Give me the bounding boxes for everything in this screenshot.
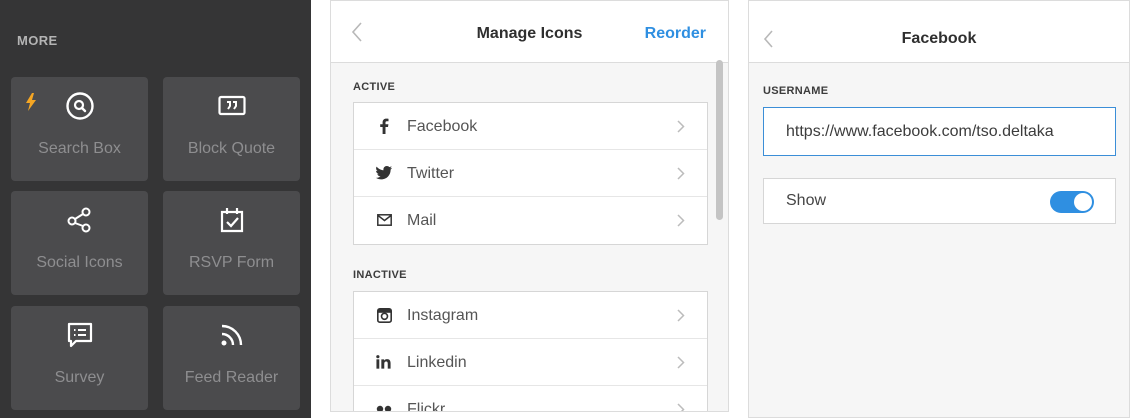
username-input[interactable] — [763, 107, 1116, 156]
list-item-linkedin[interactable]: Linkedin — [354, 339, 707, 386]
rsvp-form-tile[interactable]: RSVP Form — [163, 191, 300, 295]
inactive-section-label: INACTIVE — [353, 269, 407, 281]
list-item-flickr[interactable]: Flickr — [354, 386, 707, 412]
list-item-label: Flickr — [407, 401, 446, 412]
list-scrollbar[interactable] — [716, 60, 723, 220]
chevron-right-icon — [677, 167, 685, 185]
chevron-right-icon — [677, 214, 685, 232]
tile-label: RSVP Form — [188, 254, 275, 271]
page-title: Facebook — [901, 30, 977, 47]
tile-label: Search Box — [38, 140, 121, 157]
active-icons-list: Facebook Twitter Mail — [353, 102, 708, 245]
inactive-icons-list: Instagram Linkedin Flickr — [353, 291, 708, 412]
list-item-instagram[interactable]: Instagram — [354, 292, 707, 339]
linkedin-icon — [376, 354, 392, 370]
calendar-check-icon — [163, 205, 300, 235]
more-title: MORE — [17, 33, 58, 48]
twitter-icon — [376, 165, 392, 181]
survey-icon — [11, 320, 148, 350]
show-toggle[interactable] — [1050, 191, 1094, 213]
list-item-label: Instagram — [407, 307, 479, 324]
search-icon — [11, 91, 148, 121]
chevron-right-icon — [677, 356, 685, 374]
block-quote-tile[interactable]: Block Quote — [163, 77, 300, 181]
tile-label: Block Quote — [187, 140, 276, 157]
list-item-label: Facebook — [407, 118, 478, 135]
manage-icons-header: Manage Icons Reorder — [331, 1, 728, 63]
instagram-icon — [376, 307, 392, 323]
more-panel: MORE Search Box Block Quote Social Icons… — [0, 0, 311, 418]
facebook-settings-panel: Facebook USERNAME Show — [748, 0, 1130, 418]
facebook-icon — [376, 118, 392, 134]
search-box-tile[interactable]: Search Box — [11, 77, 148, 181]
social-icons-tile[interactable]: Social Icons — [11, 191, 148, 295]
flickr-icon — [376, 401, 392, 411]
list-item-label: Mail — [407, 212, 437, 229]
share-icon — [11, 205, 148, 235]
show-label: Show — [786, 192, 827, 209]
show-row: Show — [763, 178, 1116, 224]
facebook-settings-header: Facebook — [749, 1, 1129, 63]
manage-icons-panel: Manage Icons Reorder ACTIVE Facebook Twi… — [330, 0, 729, 412]
rss-icon — [163, 320, 300, 350]
tile-label: Feed Reader — [184, 369, 279, 386]
reorder-button[interactable]: Reorder — [645, 25, 706, 43]
list-item-twitter[interactable]: Twitter — [354, 150, 707, 197]
username-label: USERNAME — [763, 85, 829, 97]
tile-label: Social Icons — [36, 254, 123, 271]
list-item-label: Twitter — [407, 165, 455, 182]
list-item-mail[interactable]: Mail — [354, 197, 707, 244]
chevron-right-icon — [677, 120, 685, 138]
tile-label: Survey — [54, 369, 105, 386]
toggle-knob — [1074, 193, 1092, 211]
list-item-label: Linkedin — [407, 354, 467, 371]
quote-icon — [163, 91, 300, 121]
feed-reader-tile[interactable]: Feed Reader — [163, 306, 300, 410]
list-item-facebook[interactable]: Facebook — [354, 103, 707, 150]
mail-icon — [376, 212, 392, 228]
active-section-label: ACTIVE — [353, 81, 396, 93]
chevron-right-icon — [677, 403, 685, 411]
chevron-right-icon — [677, 309, 685, 327]
survey-tile[interactable]: Survey — [11, 306, 148, 410]
